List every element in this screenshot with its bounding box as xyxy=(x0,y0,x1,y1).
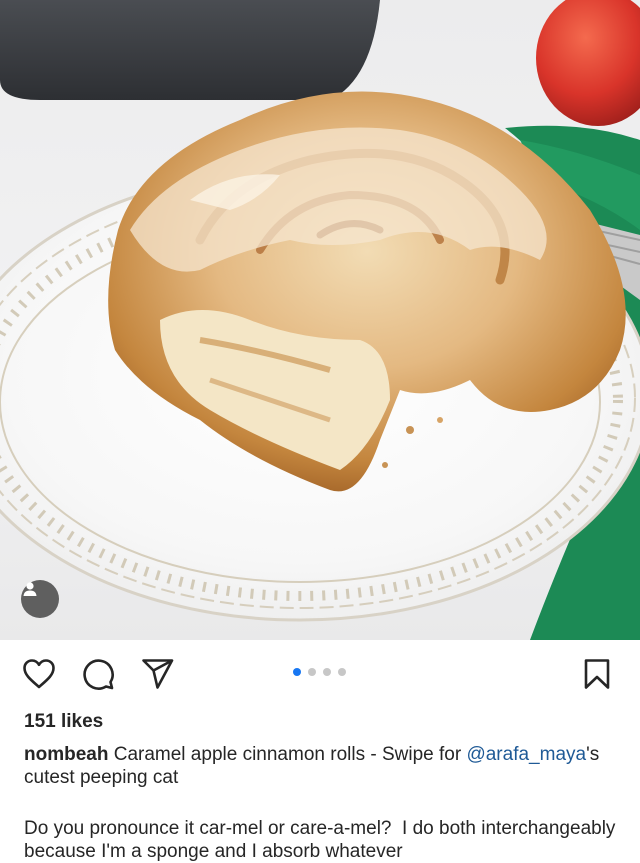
comment-icon xyxy=(83,659,114,690)
heart-icon xyxy=(23,659,55,689)
carousel-dot xyxy=(308,668,316,676)
carousel-dot xyxy=(323,668,331,676)
likes-count[interactable]: 151 likes xyxy=(24,711,103,733)
caption-username[interactable]: nombeah xyxy=(24,744,108,765)
caption-mention[interactable]: @arafa_maya xyxy=(466,744,586,765)
carousel-dot xyxy=(293,668,301,676)
bookmark-icon xyxy=(584,659,610,689)
post-image[interactable] xyxy=(0,0,640,640)
caption-text: Caramel apple cinnamon rolls - Swipe for xyxy=(108,744,467,765)
comment-button[interactable] xyxy=(80,656,116,692)
share-button[interactable] xyxy=(140,656,176,692)
caption-body: Do you pronounce it car-mel or care-a-me… xyxy=(24,818,621,862)
carousel-indicator xyxy=(293,668,346,676)
user-tag-icon xyxy=(23,582,37,596)
post-caption: nombeah Caramel apple cinnamon rolls - S… xyxy=(24,743,624,789)
send-icon xyxy=(142,659,174,689)
cinnamon-roll-photo xyxy=(0,0,640,640)
carousel-dot xyxy=(338,668,346,676)
save-button[interactable] xyxy=(579,656,615,692)
user-tag-button[interactable] xyxy=(21,580,59,618)
like-button[interactable] xyxy=(21,656,57,692)
